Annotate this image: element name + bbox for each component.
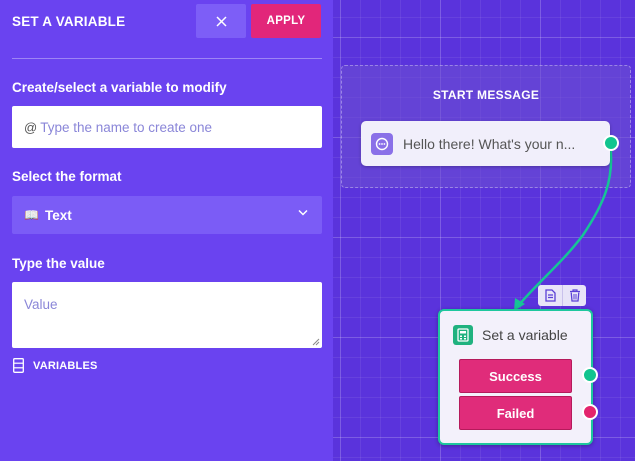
failed-output-port[interactable] [582,404,598,420]
calculator-icon [453,325,473,345]
set-variable-node[interactable]: Set a variable Success Failed [438,309,593,445]
variables-link-label: VARIABLES [33,359,98,372]
variable-field[interactable]: @ [12,106,322,148]
resize-handle-icon[interactable] [312,338,320,346]
start-message-node[interactable]: Hello there! What's your n... [361,121,610,166]
variables-icon [13,358,24,373]
format-value: Text [44,207,72,223]
success-output-port[interactable] [582,367,598,383]
panel-title: SET A VARIABLE [12,14,126,29]
apply-button[interactable]: APPLY [251,4,321,38]
variable-label: Create/select a variable to modify [12,80,227,95]
value-label: Type the value [12,256,105,271]
close-button[interactable] [196,4,246,38]
variable-name-input[interactable] [40,119,311,135]
duplicate-icon[interactable] [538,285,562,306]
chevron-down-icon [298,209,308,216]
flow-canvas[interactable]: START MESSAGE Hello there! What's your n… [333,0,635,461]
value-input[interactable] [12,282,322,348]
format-label: Select the format [12,169,122,184]
at-prefix: @ [24,119,38,135]
variables-link[interactable]: VARIABLES [13,358,98,373]
divider [12,58,322,59]
value-field[interactable] [12,282,322,348]
outcome-success[interactable]: Success [459,359,572,393]
node-toolbar [538,285,586,306]
book-icon: 📖 [24,208,39,222]
format-select[interactable]: 📖 Text [12,196,322,234]
start-message-text: Hello there! What's your n... [403,135,576,152]
close-icon [215,15,227,27]
node-title: Set a variable [482,327,568,343]
outcome-failed[interactable]: Failed [459,396,572,430]
start-node-output-port[interactable] [603,135,619,151]
set-variable-panel: SET A VARIABLE APPLY Create/select a var… [0,0,333,461]
trash-icon[interactable] [562,285,586,306]
chat-bubble-icon [371,132,393,155]
